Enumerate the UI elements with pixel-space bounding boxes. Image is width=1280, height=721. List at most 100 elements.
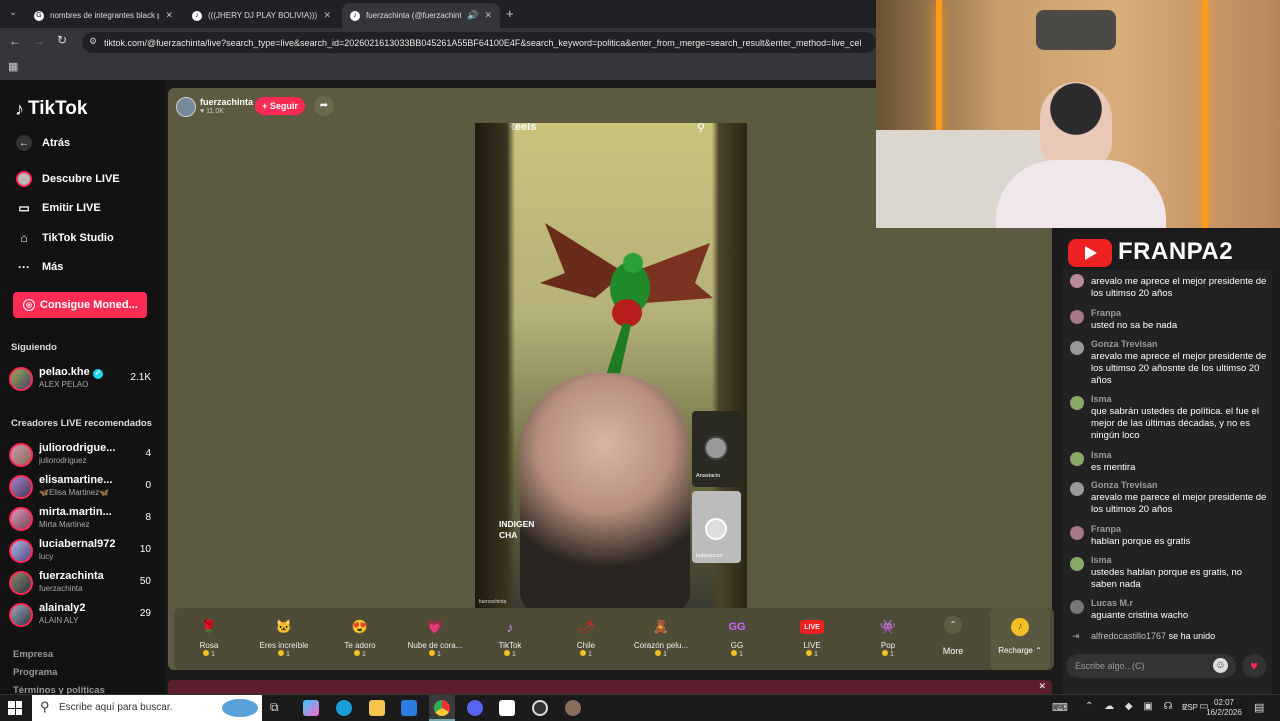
user-subtitle: ALEX PELAO [39,380,89,389]
obs-icon[interactable] [532,700,548,716]
footer-link-programa[interactable]: Programa [13,667,57,678]
clock[interactable]: 02:07 16/2/2026 [1200,698,1248,718]
gift-price: 1 [551,650,621,658]
emoji-icon[interactable]: ☺ [1213,658,1228,673]
gift-item[interactable]: 🌶 Chile 1 [551,616,621,658]
gift-item[interactable]: 💗 Nube de cora... 1 [400,616,470,658]
avatar [1070,341,1084,355]
host-avatar[interactable] [176,97,196,117]
nav-more[interactable]: ··· Más [16,259,63,275]
language-indicator[interactable]: ESP [1182,703,1198,712]
follow-button[interactable]: + Seguir [255,97,305,115]
gift-item[interactable]: 👾 Pop 1 [853,616,923,658]
apps-grid-icon[interactable]: ▦ [8,60,18,73]
tab-list-chevron-icon[interactable]: ⌄ [6,7,20,21]
close-icon[interactable]: ✕ [323,10,331,21]
keyboard-icon[interactable]: ⌨ [1052,701,1068,714]
gift-name: LIVE [803,641,821,650]
capcut-icon[interactable] [499,700,515,716]
user-name[interactable]: Franpa [1091,308,1121,318]
user-name[interactable]: Isma [1091,394,1112,404]
close-icon[interactable]: ✕ [1038,681,1046,692]
gift-item[interactable]: 🐱 Eres increíble 1 [249,616,319,658]
user-subtitle: ALAIN ALY [39,616,79,625]
edge-icon[interactable] [336,700,352,716]
user-name[interactable]: Isma [1091,450,1112,460]
recommended-item[interactable]: alainaly2 ALAIN ALY 29 [9,601,159,629]
app-icon[interactable] [565,700,581,716]
user-name[interactable]: Franpa [1091,524,1121,534]
user-name[interactable]: Gonza Trevisan [1091,480,1158,490]
live-avatar-icon [16,171,32,187]
recommended-item[interactable]: mirta.martin... Mirta Martinez 8 [9,505,159,533]
back-button[interactable]: ← Atrás [16,135,70,151]
browser-tab-1[interactable]: G nombres de integrantes black p ✕ [26,3,181,28]
chat-message: arevalo me aprece el mejor presidente de… [1070,272,1267,304]
live-video[interactable]: Reels ⚲ ◉ INDIGEN CHA Anastacio babyoocc… [475,123,747,608]
reload-icon[interactable]: ↻ [57,33,67,47]
fluffy-heart-icon: 🧸 [652,619,670,634]
gift-item[interactable]: 🧸 Corazón pelu... 1 [626,616,696,658]
more-icon: ··· [18,260,30,274]
gift-item[interactable]: LIVE LIVE 1 [777,616,847,658]
speaker-icon[interactable]: 🔊 [467,10,478,21]
footer-link-empresa[interactable]: Empresa [13,649,53,660]
recommended-item[interactable]: juliorodrigue... juliorodriguez 4 [9,441,159,469]
forward-icon[interactable]: → [33,34,45,48]
taskbar-search[interactable]: ⚲ Escribe aquí para buscar. [32,695,262,721]
copilot-icon[interactable] [303,700,319,716]
following-item[interactable]: pelao.khe ✓ ALEX PELAO 2.1K [9,365,159,393]
browser-tab-3[interactable]: ♪ fuerzachinta (@fuerzachinta 🔊 ✕ [342,3,500,28]
gift-item[interactable]: 😍 Te adoro 1 [325,616,395,658]
guest-box-1[interactable]: Anastacio [692,411,741,487]
recharge-button[interactable]: ♪ Recharge ⌃ [990,608,1050,670]
tiktok-logo[interactable]: ♪ TikTok [15,98,87,120]
gift-item[interactable]: GG GG 1 [702,616,772,658]
avatar [705,518,727,540]
chat-message: Lucas M.r aguante cristina wacho [1070,598,1265,624]
site-info-icon[interactable]: ⚙ [89,36,97,47]
close-icon[interactable]: ✕ [165,10,173,21]
message-text: arevalo me aprece el mejor presidente de… [1091,276,1267,299]
guest-name: Anastacio [696,473,721,479]
date: 16/2/2026 [1206,708,1242,717]
nav-go-live[interactable]: ▭ Emitir LIVE [16,200,100,216]
explorer-icon[interactable] [369,700,385,716]
user-name: elisamartine... [39,474,113,486]
gift-item[interactable]: ♪ TikTok 1 [475,616,545,659]
more-gifts-button[interactable]: ⌃ More [940,616,966,656]
get-coins-button[interactable]: ◎ Consigue Moned... [13,292,147,318]
user-name[interactable]: Gonza Trevisan [1091,339,1158,349]
message-text: es mentira [1091,462,1136,473]
message-text: usted no sa be nada [1091,320,1178,331]
nav-discover-live[interactable]: Descubre LIVE [16,171,120,187]
browser-tab-2[interactable]: ♪ (((JHERY DJ PLAY BOLIVIA))) (@ ✕ [184,3,339,28]
url-field[interactable]: ⚙ tiktok.com/@fuerzachinta/live?search_t… [82,32,876,53]
chrome-icon[interactable] [429,695,455,721]
avatar [1070,557,1084,571]
recommended-item[interactable]: luciabernal972 lucy 10 [9,537,159,565]
guest-box-2[interactable]: babyoocco [692,491,741,563]
recommended-item[interactable]: elisamartine... 🦋Elisa Martinez🦋 0 [9,473,159,501]
join-user[interactable]: alfredocastillo1767 se ha unido [1091,631,1215,641]
recommended-item[interactable]: fuerzachinta fuerzachinta 50 [9,569,159,597]
back-icon[interactable]: ← [9,34,21,48]
close-icon[interactable]: ✕ [484,10,492,21]
mail-icon[interactable] [401,700,417,716]
notification-icon[interactable]: ▤ [1254,701,1264,714]
user-name[interactable]: Lucas M.r [1091,598,1133,608]
gift-item[interactable]: 🌹 Rosa 1 [174,616,244,658]
windows-start-icon[interactable] [8,701,22,715]
task-view-icon[interactable]: ⧉ [270,700,286,716]
share-icon[interactable]: ➦ [314,96,334,116]
new-tab-button[interactable]: + [506,6,514,21]
discord-icon[interactable] [467,700,483,716]
like-button[interactable]: ♥ [1242,654,1266,678]
chat-message: Gonza Trevisan arevalo me aprece el mejo… [1070,339,1266,389]
chat-input[interactable]: Escribe algo...(C) ☺ [1066,654,1236,678]
viewer-count: 2.1K [130,372,151,383]
host-name[interactable]: fuerzachinta [200,97,253,107]
nav-tiktok-studio[interactable]: ⌂ TikTok Studio [16,230,113,246]
search-icon: ⚲ [697,123,706,134]
user-name[interactable]: Isma [1091,555,1112,565]
